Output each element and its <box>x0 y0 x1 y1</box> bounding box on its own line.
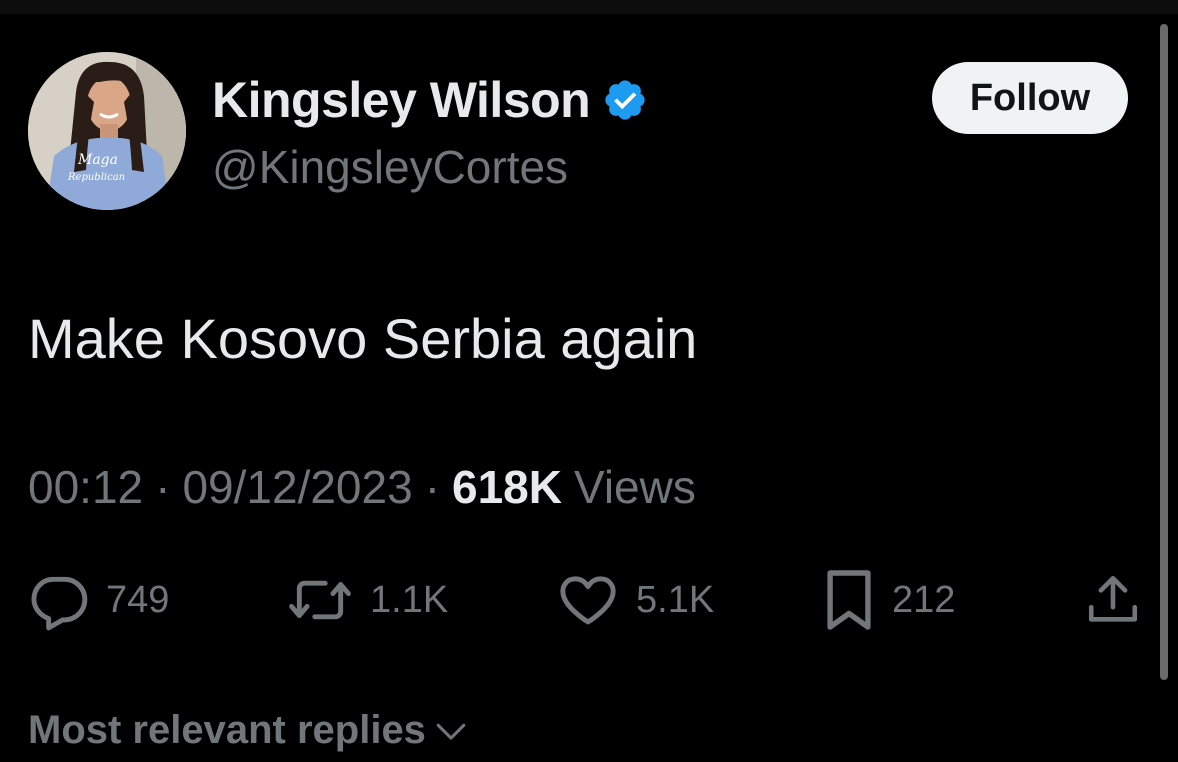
author-avatar[interactable]: Maga Republican <box>28 52 186 210</box>
reply-icon <box>31 576 88 631</box>
like-count: 5.1K <box>636 578 715 621</box>
like-button[interactable]: 5.1K <box>556 566 714 634</box>
tweet-date[interactable]: 09/12/2023 <box>182 460 412 514</box>
repost-count: 1.1K <box>370 578 449 621</box>
share-button[interactable] <box>1084 566 1142 634</box>
avatar-photo: Maga Republican <box>28 52 186 210</box>
author-name-row: Kingsley Wilson <box>212 70 648 130</box>
share-icon <box>1088 575 1138 622</box>
bookmark-icon <box>827 570 871 630</box>
author-display-name[interactable]: Kingsley Wilson <box>212 71 591 129</box>
heart-icon <box>560 576 616 625</box>
bookmark-count: 212 <box>892 578 956 621</box>
reply-button[interactable]: 749 <box>28 566 169 634</box>
bookmark-button[interactable]: 212 <box>822 566 955 634</box>
chevron-down-icon <box>436 723 466 740</box>
tweet-action-bar: 749 1.1K 5.1K 212 <box>0 566 1178 634</box>
avatar-shirt-text-top: Maga <box>77 152 118 168</box>
replies-sort-dropdown[interactable]: Most relevant replies <box>28 708 468 753</box>
author-handle[interactable]: @KingsleyCortes <box>212 140 568 194</box>
tweet-metadata: 00:12 · 09/12/2023 · 618K Views <box>28 460 696 514</box>
verified-badge-icon[interactable] <box>602 77 648 123</box>
meta-separator: · <box>155 461 171 513</box>
tweet-time[interactable]: 00:12 <box>28 460 143 514</box>
reply-count: 749 <box>106 578 170 621</box>
tweet-text: Make Kosovo Serbia again <box>28 307 698 370</box>
scrollbar[interactable] <box>1160 24 1168 680</box>
meta-separator: · <box>424 461 441 513</box>
replies-sort-label: Most relevant replies <box>28 708 426 752</box>
views-label[interactable]: Views <box>574 460 696 514</box>
repost-button[interactable]: 1.1K <box>286 566 448 634</box>
repost-icon <box>289 580 351 620</box>
top-status-strip <box>0 0 1178 14</box>
follow-button[interactable]: Follow <box>932 62 1128 134</box>
views-count[interactable]: 618K <box>452 460 562 514</box>
avatar-shirt-text-bottom: Republican <box>67 172 125 183</box>
